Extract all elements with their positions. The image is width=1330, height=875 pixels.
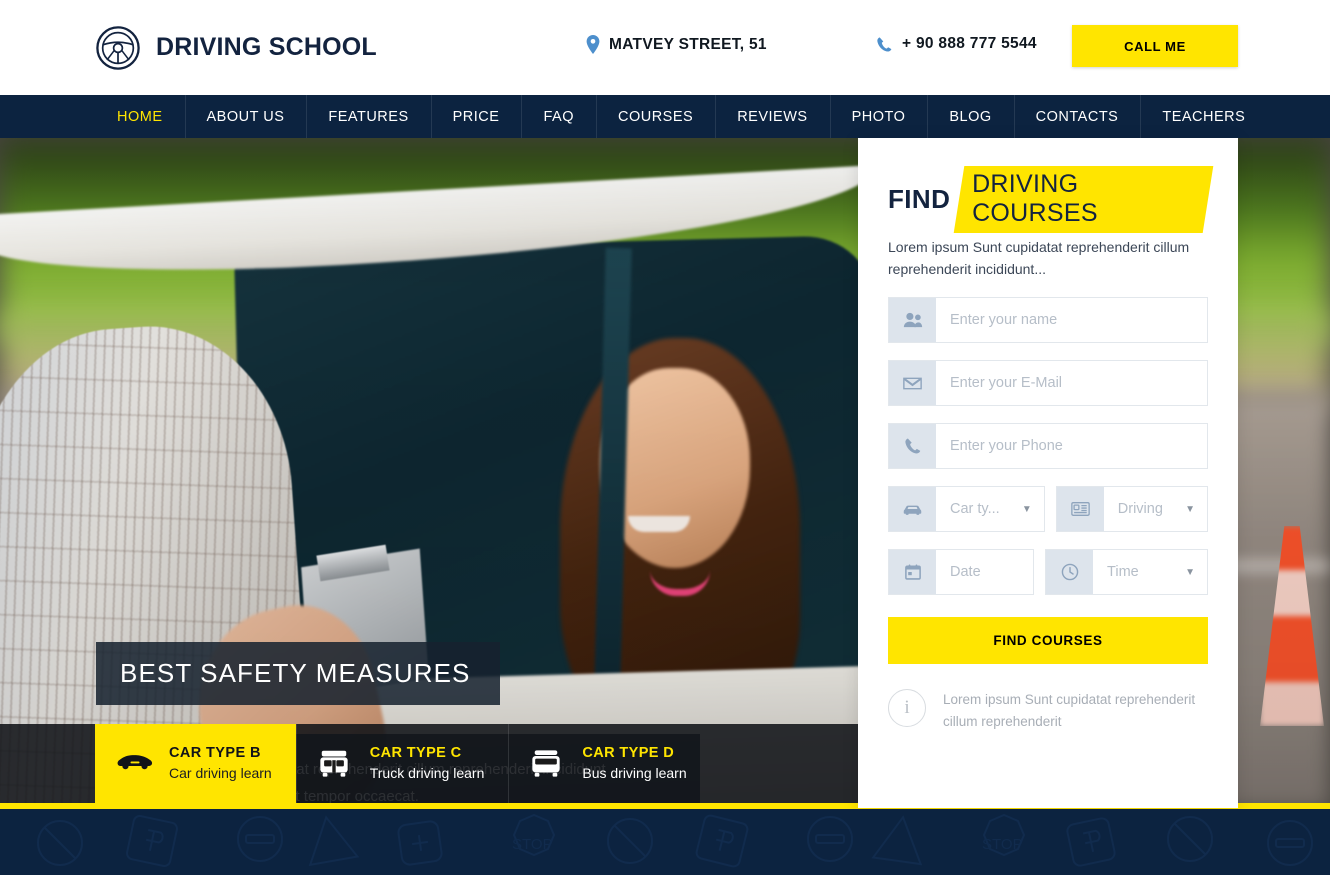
footer-band: STOP STOP — [0, 809, 1330, 875]
email-field-row — [888, 360, 1208, 406]
car-type-title: CAR TYPE B — [169, 745, 261, 761]
find-courses-panel: FIND DRIVING COURSES Lorem ipsum Sunt cu… — [858, 138, 1238, 808]
top-header-bar: DRIVING SCHOOL MATVEY STREET, 51 + 90 88… — [0, 0, 1330, 95]
tabs-left-spacer — [0, 724, 95, 804]
panel-heading-highlight: DRIVING COURSES — [972, 169, 1099, 227]
date-field[interactable]: Date — [888, 549, 1035, 595]
car-type-tab-c[interactable]: CAR TYPE C Truck driving learn — [295, 724, 509, 804]
license-value: Driving — [1117, 501, 1163, 517]
svg-text:STOP: STOP — [982, 836, 1023, 853]
panel-subtitle: Lorem ipsum Sunt cupidatat reprehenderit… — [888, 239, 1190, 277]
email-field[interactable] — [888, 360, 1208, 406]
car-type-subtitle: Truck driving learn — [369, 765, 485, 781]
car-type-tab-d[interactable]: CAR TYPE D Bus driving learn — [508, 724, 710, 804]
car-type-value-wrap[interactable]: Car ty... ▼ — [936, 487, 1044, 531]
site-logo[interactable]: DRIVING SCHOOL — [95, 25, 377, 71]
nav-item-about-us[interactable]: ABOUT US — [184, 95, 307, 138]
hero-title: BEST SAFETY MEASURES — [120, 658, 471, 688]
chevron-down-icon: ▼ — [1021, 503, 1032, 515]
car-type-title: CAR TYPE C — [369, 745, 462, 761]
header-phone-text: + 90 888 777 5544 — [902, 35, 1037, 52]
nav-item-photo[interactable]: PHOTO — [829, 95, 928, 138]
time-select[interactable]: Time ▼ — [1045, 549, 1209, 595]
name-field-row — [888, 297, 1208, 343]
header-address-text: MATVEY STREET, 51 — [609, 35, 767, 53]
find-courses-button[interactable]: FIND COURSES — [888, 617, 1208, 664]
header-phone[interactable]: + 90 888 777 5544 — [876, 35, 1037, 53]
time-value-wrap[interactable]: Time ▼ — [1093, 550, 1207, 594]
info-icon: i — [888, 689, 926, 727]
brand-name: DRIVING SCHOOL — [156, 33, 377, 61]
panel-heading: FIND DRIVING COURSES — [888, 165, 1214, 233]
nav-item-courses[interactable]: COURSES — [595, 95, 715, 138]
car-icon — [889, 487, 936, 531]
license-select[interactable]: Driving ▼ — [1055, 486, 1208, 532]
envelope-icon — [889, 361, 936, 405]
phone-icon — [876, 36, 893, 53]
nav-item-reviews[interactable]: REVIEWS — [715, 95, 829, 138]
car-type-subtitle: Bus driving learn — [582, 765, 687, 781]
phone-field[interactable] — [888, 423, 1208, 469]
form-note-text: Lorem ipsum Sunt cupidatat reprehenderit… — [943, 692, 1196, 729]
car-type-title: CAR TYPE D — [582, 745, 675, 761]
nav-item-teachers[interactable]: TEACHERS — [1140, 95, 1267, 138]
time-value: Time — [1107, 564, 1139, 580]
phone-field-row — [888, 423, 1208, 469]
car-type-tab-b[interactable]: CAR TYPE B Car driving learn — [95, 724, 296, 804]
date-value: Date — [950, 564, 981, 580]
car-type-license-row: Car ty... ▼ Driving ▼ — [888, 486, 1208, 532]
map-pin-icon — [586, 35, 600, 54]
panel-heading-highlight-box: DRIVING COURSES — [953, 165, 1214, 233]
main-navigation: HOME ABOUT US FEATURES PRICE FAQ COURSES… — [0, 95, 1330, 138]
users-icon — [889, 298, 936, 342]
svg-text:STOP: STOP — [512, 836, 553, 853]
nav-item-faq[interactable]: FAQ — [521, 95, 596, 138]
car-type-tabs: CAR TYPE B Car driving learn CAR TYPE C … — [0, 724, 858, 804]
name-field[interactable] — [888, 297, 1208, 343]
phone-input[interactable] — [936, 424, 1207, 468]
bus-icon — [530, 749, 566, 779]
nav-item-features[interactable]: FEATURES — [306, 95, 430, 138]
calendar-icon — [889, 550, 936, 594]
panel-heading-plain: FIND — [888, 183, 951, 214]
truck-icon — [318, 749, 354, 779]
car-type-select[interactable]: Car ty... ▼ — [888, 486, 1045, 532]
steering-wheel-icon — [95, 25, 141, 71]
page-root: DRIVING SCHOOL MATVEY STREET, 51 + 90 88… — [0, 0, 1330, 875]
chevron-down-icon: ▼ — [1185, 566, 1196, 578]
header-address: MATVEY STREET, 51 — [586, 35, 767, 54]
nav-item-price[interactable]: PRICE — [430, 95, 522, 138]
traffic-sign-pattern: STOP STOP — [37, 813, 1313, 868]
name-input[interactable] — [936, 298, 1207, 342]
phone-icon — [889, 424, 936, 468]
nav-item-contacts[interactable]: CONTACTS — [1013, 95, 1141, 138]
clock-icon — [1046, 550, 1094, 594]
car-icon — [117, 749, 153, 779]
car-type-subtitle: Car driving learn — [169, 765, 272, 781]
date-time-row: Date Time ▼ — [888, 549, 1209, 595]
email-input[interactable] — [936, 361, 1207, 405]
license-card-icon — [1056, 487, 1104, 531]
nav-item-blog[interactable]: BLOG — [927, 95, 1013, 138]
nav-item-home[interactable]: HOME — [95, 95, 185, 138]
call-me-button[interactable]: CALL ME — [1072, 25, 1238, 67]
car-type-value: Car ty... — [950, 501, 1000, 517]
license-value-wrap[interactable]: Driving ▼ — [1104, 487, 1207, 531]
chevron-down-icon: ▼ — [1185, 503, 1195, 515]
date-value-wrap[interactable]: Date — [936, 550, 1033, 594]
hero-title-box: BEST SAFETY MEASURES — [96, 642, 501, 705]
form-note: i Lorem ipsum Sunt cupidatat reprehender… — [888, 689, 1208, 733]
